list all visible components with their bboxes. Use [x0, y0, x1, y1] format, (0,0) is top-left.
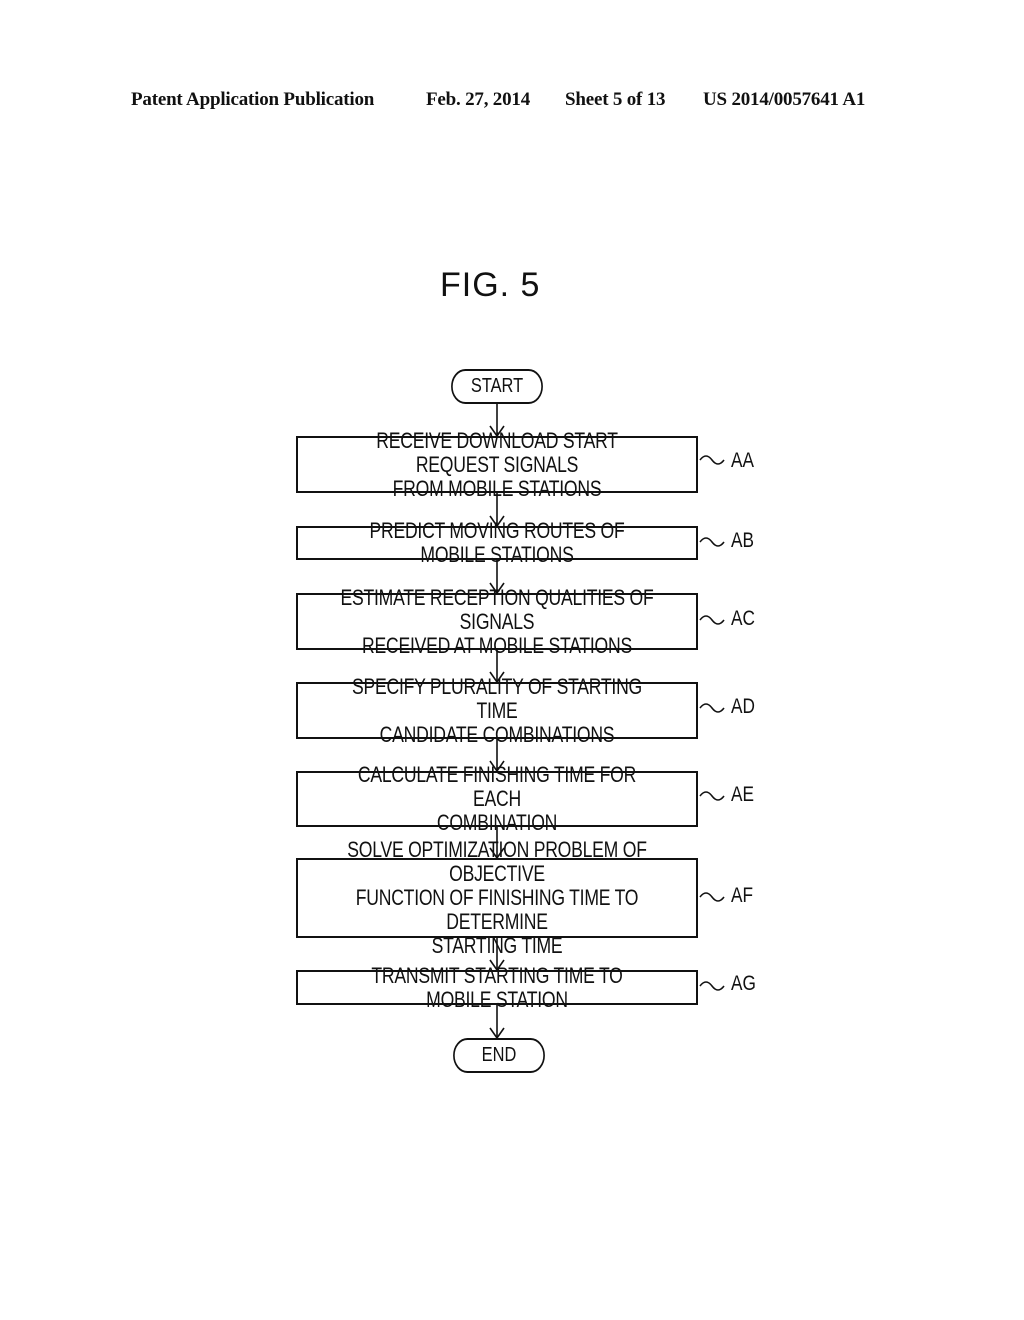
step-label-ab: AB — [731, 529, 754, 552]
step-label-ad: AD — [731, 695, 755, 718]
step-text: SOLVE OPTIMIZATION PROBLEM OF OBJECTIVE … — [347, 837, 647, 958]
start-terminal: START — [451, 369, 543, 404]
step-box-ae: CALCULATE FINISHING TIME FOR EACH COMBIN… — [296, 763, 698, 835]
leader-ag — [699, 981, 725, 991]
step-label-ac: AC — [731, 607, 755, 630]
step-box-af: SOLVE OPTIMIZATION PROBLEM OF OBJECTIVE … — [296, 838, 698, 958]
leader-ac — [699, 615, 725, 625]
step-text: SPECIFY PLURALITY OF STARTING TIME CANDI… — [351, 673, 643, 747]
leader-ad — [699, 703, 725, 713]
step-box-ag: TRANSMIT STARTING TIME TO MOBILE STATION — [296, 963, 698, 1011]
leader-af — [699, 892, 725, 902]
step-box-aa: RECEIVE DOWNLOAD START REQUEST SIGNALS F… — [296, 428, 698, 500]
publication-date: Feb. 27, 2014 — [426, 89, 531, 110]
step-text: PREDICT MOVING ROUTES OF MOBILE STATIONS — [369, 518, 625, 567]
step-label-ag: AG — [731, 972, 756, 995]
step-box-ab: PREDICT MOVING ROUTES OF MOBILE STATIONS — [296, 519, 698, 567]
end-terminal: END — [453, 1038, 545, 1073]
publication-title: Patent Application Publication — [131, 89, 375, 110]
step-label-ae: AE — [731, 783, 754, 806]
leader-ab — [699, 537, 725, 547]
figure-title: FIG. 5 — [440, 266, 541, 304]
leader-aa — [699, 455, 725, 465]
step-text: CALCULATE FINISHING TIME FOR EACH COMBIN… — [357, 762, 637, 835]
step-label-af: AF — [731, 884, 754, 907]
sheet-number: Sheet 5 of 13 — [565, 89, 666, 110]
patent-number: US 2014/0057641 A1 — [703, 89, 866, 110]
step-text: ESTIMATE RECEPTION QUALITIES OF SIGNALS … — [340, 584, 654, 658]
step-box-ac: ESTIMATE RECEPTION QUALITIES OF SIGNALS … — [296, 585, 698, 657]
step-text: TRANSMIT STARTING TIME TO MOBILE STATION — [371, 962, 623, 1012]
step-text: RECEIVE DOWNLOAD START REQUEST SIGNALS F… — [376, 427, 618, 501]
leader-ae — [699, 791, 725, 801]
flow-connectors — [489, 404, 725, 1040]
step-box-ad: SPECIFY PLURALITY OF STARTING TIME CANDI… — [296, 674, 698, 746]
step-label-aa: AA — [731, 449, 754, 472]
